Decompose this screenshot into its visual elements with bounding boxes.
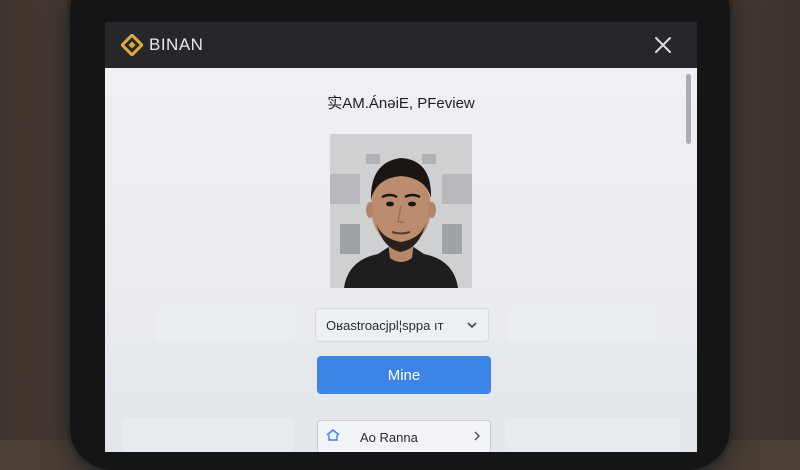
profile-photo [330, 134, 472, 288]
app-screen: BINAN 实AM.ÁnǝiE, PFeview Oʁastroacjpl¦sp… [105, 22, 697, 452]
brand-name: BINAN [149, 35, 204, 54]
background-field-right [507, 308, 657, 342]
mine-button[interactable]: Mine [317, 356, 491, 394]
home-icon [326, 428, 340, 447]
content-area: 实AM.ÁnǝiE, PFeview Oʁastroacjpl¦sppa ıт … [105, 68, 697, 452]
document-type-select[interactable]: Oʁastroacjpl¦sppa ıт [315, 308, 489, 342]
chevron-right-icon [472, 428, 482, 446]
close-button[interactable] [651, 33, 675, 57]
background-card-left [123, 418, 293, 452]
page-title: 实AM.ÁnǝiE, PFeview [327, 95, 475, 112]
secondary-row-label: Ao Ranna [360, 429, 418, 445]
app-bar: BINAN [105, 22, 697, 68]
close-icon [655, 37, 671, 53]
binance-diamond-icon [121, 34, 143, 56]
chevron-down-icon [466, 319, 478, 331]
background-card-right [505, 418, 680, 452]
background-field-left [155, 308, 295, 342]
select-value: Oʁastroacjpl¦sppa ıт [326, 317, 444, 333]
secondary-row[interactable]: Ao Ranna [317, 420, 491, 452]
